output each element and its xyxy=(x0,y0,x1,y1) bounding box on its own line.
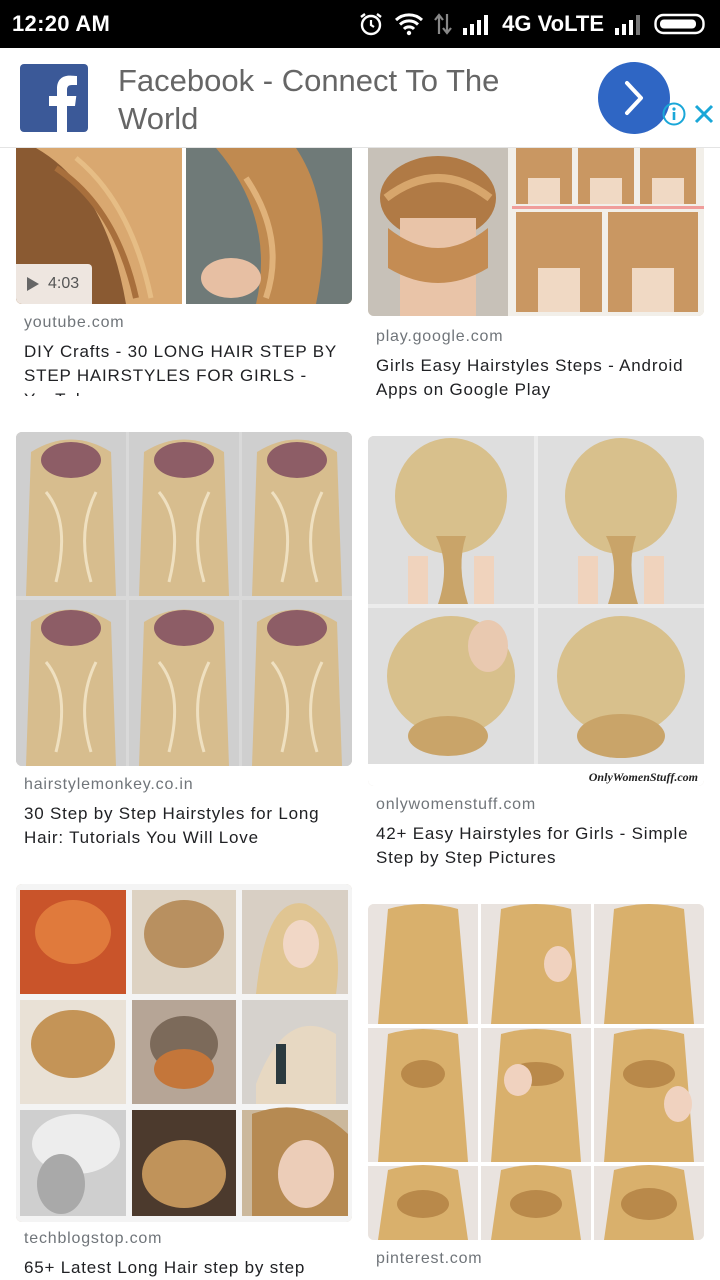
result-image-3[interactable] xyxy=(16,432,352,766)
result-caption-3[interactable]: 30 Step by Step Hairstyles for Long Hair… xyxy=(24,802,354,854)
result-image-2[interactable] xyxy=(368,148,704,316)
status-time: 12:20 AM xyxy=(12,11,111,36)
result-source-3[interactable]: hairstylemonkey.co.in xyxy=(24,776,193,794)
signal-icon-2 xyxy=(614,13,644,35)
result-source-6[interactable]: pinterest.com xyxy=(376,1250,482,1268)
result-caption-1[interactable]: DIY Crafts - 30 LONG HAIR STEP BY STEP H… xyxy=(24,340,354,396)
battery-icon xyxy=(654,12,708,36)
status-bar: 12:20 AM 4G VoLTE xyxy=(0,0,720,48)
ad-info-icon[interactable] xyxy=(662,102,686,126)
alarm-icon xyxy=(358,11,384,37)
result-source-1[interactable]: youtube.com xyxy=(24,314,124,332)
result-image-5[interactable] xyxy=(16,884,352,1222)
facebook-logo-icon xyxy=(20,64,88,132)
duration-text: 4:03 xyxy=(48,275,80,292)
result-source-5[interactable]: techblogstop.com xyxy=(24,1230,162,1248)
network-label: 4G VoLTE xyxy=(502,11,604,36)
result-caption-4[interactable]: 42+ Easy Hairstyles for Girls - Simple S… xyxy=(376,822,696,874)
result-source-2[interactable]: play.google.com xyxy=(376,328,503,346)
play-icon xyxy=(27,277,39,291)
result-image-4[interactable]: OnlyWomenStuff.com xyxy=(368,436,704,786)
ad-banner[interactable]: Facebook - Connect To The World xyxy=(0,48,720,148)
status-icons: 4G VoLTE xyxy=(358,11,708,37)
wifi-icon xyxy=(394,12,424,36)
image-watermark: OnlyWomenStuff.com xyxy=(588,770,698,784)
chevron-right-icon xyxy=(625,81,643,115)
data-transfer-icon xyxy=(434,12,452,36)
result-caption-5[interactable]: 65+ Latest Long Hair step by step xyxy=(24,1256,354,1280)
ad-close-icon[interactable] xyxy=(692,102,716,126)
result-source-4[interactable]: onlywomenstuff.com xyxy=(376,796,536,814)
ad-open-button[interactable] xyxy=(598,62,670,134)
result-image-6[interactable] xyxy=(368,904,704,1240)
signal-icon xyxy=(462,13,492,35)
result-caption-2[interactable]: Girls Easy Hairstyles Steps - Android Ap… xyxy=(376,354,696,406)
video-duration-badge: 4:03 xyxy=(16,264,92,304)
ad-title[interactable]: Facebook - Connect To The World xyxy=(118,62,558,138)
